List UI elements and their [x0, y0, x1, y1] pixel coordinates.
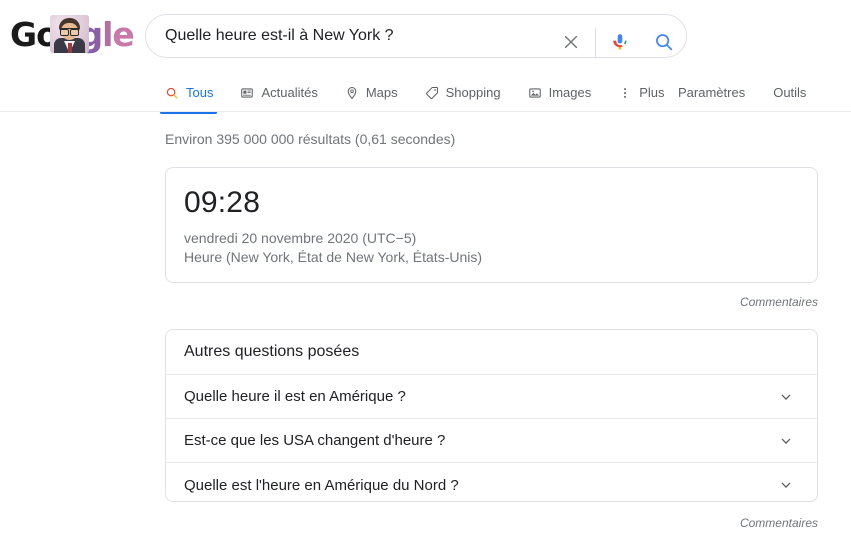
settings-label: Paramètres: [678, 85, 746, 100]
tab-tous-label: Tous: [186, 85, 214, 100]
tab-maps-label: Maps: [365, 85, 398, 100]
result-stats: Environ 395 000 000 résultats (0,61 seco…: [165, 131, 456, 147]
time-details: vendredi 20 novembre 2020 (UTC−5) Heure …: [184, 229, 817, 267]
tools-label: Outils: [773, 85, 807, 100]
time-date-line: vendredi 20 novembre 2020 (UTC−5): [184, 230, 417, 246]
tab-plus[interactable]: Plus: [617, 76, 665, 109]
search-icon: [164, 85, 180, 101]
tag-icon: [424, 85, 440, 101]
image-icon: [527, 85, 543, 101]
doodle-portrait-icon: [50, 15, 89, 53]
current-time: 09:28: [184, 186, 261, 219]
news-icon: [239, 85, 255, 101]
map-pin-icon: [344, 85, 360, 101]
search-nav-tabs: Tous Actualités Maps Shopping Images Plu…: [159, 76, 691, 116]
tab-images[interactable]: Images: [527, 76, 592, 109]
tab-shopping[interactable]: Shopping: [424, 76, 501, 109]
search-nav-right: Paramètres Outils: [678, 76, 834, 109]
page-header: Google: [0, 0, 851, 72]
search-bar-actions: [549, 28, 686, 72]
people-also-ask-item[interactable]: Est-ce que les USA changent d'heure ?: [166, 419, 817, 463]
chevron-down-icon[interactable]: [777, 476, 795, 494]
time-location-line: Heure (New York, État de New York, États…: [184, 249, 483, 265]
tab-tous[interactable]: Tous: [159, 76, 218, 114]
logo-letter-e: e: [112, 15, 134, 54]
people-also-ask-item[interactable]: Quelle est l'heure en Amérique du Nord ?: [166, 463, 817, 501]
google-doodle-logo[interactable]: Google: [10, 14, 135, 56]
people-also-ask-item[interactable]: Quelle heure il est en Amérique ?: [166, 375, 817, 419]
more-vertical-icon: [617, 85, 633, 101]
tab-images-label: Images: [548, 85, 592, 100]
nav-separator: [0, 111, 851, 112]
feedback-link-paa[interactable]: Commentaires: [740, 516, 818, 530]
voice-search-button[interactable]: [598, 28, 642, 56]
tab-actualites[interactable]: Actualités: [239, 76, 318, 109]
search-submit-button[interactable]: [642, 28, 686, 56]
chevron-down-icon[interactable]: [777, 388, 795, 406]
chevron-down-icon[interactable]: [777, 432, 795, 450]
tools-button[interactable]: Outils: [773, 76, 806, 109]
doodle-glasses: [60, 28, 79, 36]
settings-button[interactable]: Paramètres: [678, 76, 745, 109]
logo-letter-g1: G: [10, 15, 37, 54]
people-also-ask-question: Quelle est l'heure en Amérique du Nord ?: [184, 476, 459, 494]
feedback-link-time[interactable]: Commentaires: [740, 295, 818, 309]
people-also-ask-question: Est-ce que les USA changent d'heure ?: [184, 432, 446, 449]
tab-actualites-label: Actualités: [261, 85, 318, 100]
people-also-ask-card: Autres questions posées Quelle heure il …: [165, 329, 818, 502]
people-also-ask-question: Quelle heure il est en Amérique ?: [184, 388, 406, 405]
clear-search-button[interactable]: [549, 28, 593, 56]
tab-shopping-label: Shopping: [445, 85, 501, 100]
time-answer-card: 09:28 vendredi 20 novembre 2020 (UTC−5) …: [165, 167, 818, 283]
logo-letter-l: l: [102, 15, 113, 54]
doodle-tie: [68, 43, 72, 53]
search-bar[interactable]: [145, 14, 687, 58]
people-also-ask-title: Autres questions posées: [166, 330, 817, 375]
search-bar-divider: [595, 28, 596, 58]
tab-plus-label: Plus: [639, 85, 665, 100]
tab-maps[interactable]: Maps: [344, 76, 398, 109]
search-nav: Tous Actualités Maps Shopping Images Plu…: [0, 76, 851, 116]
